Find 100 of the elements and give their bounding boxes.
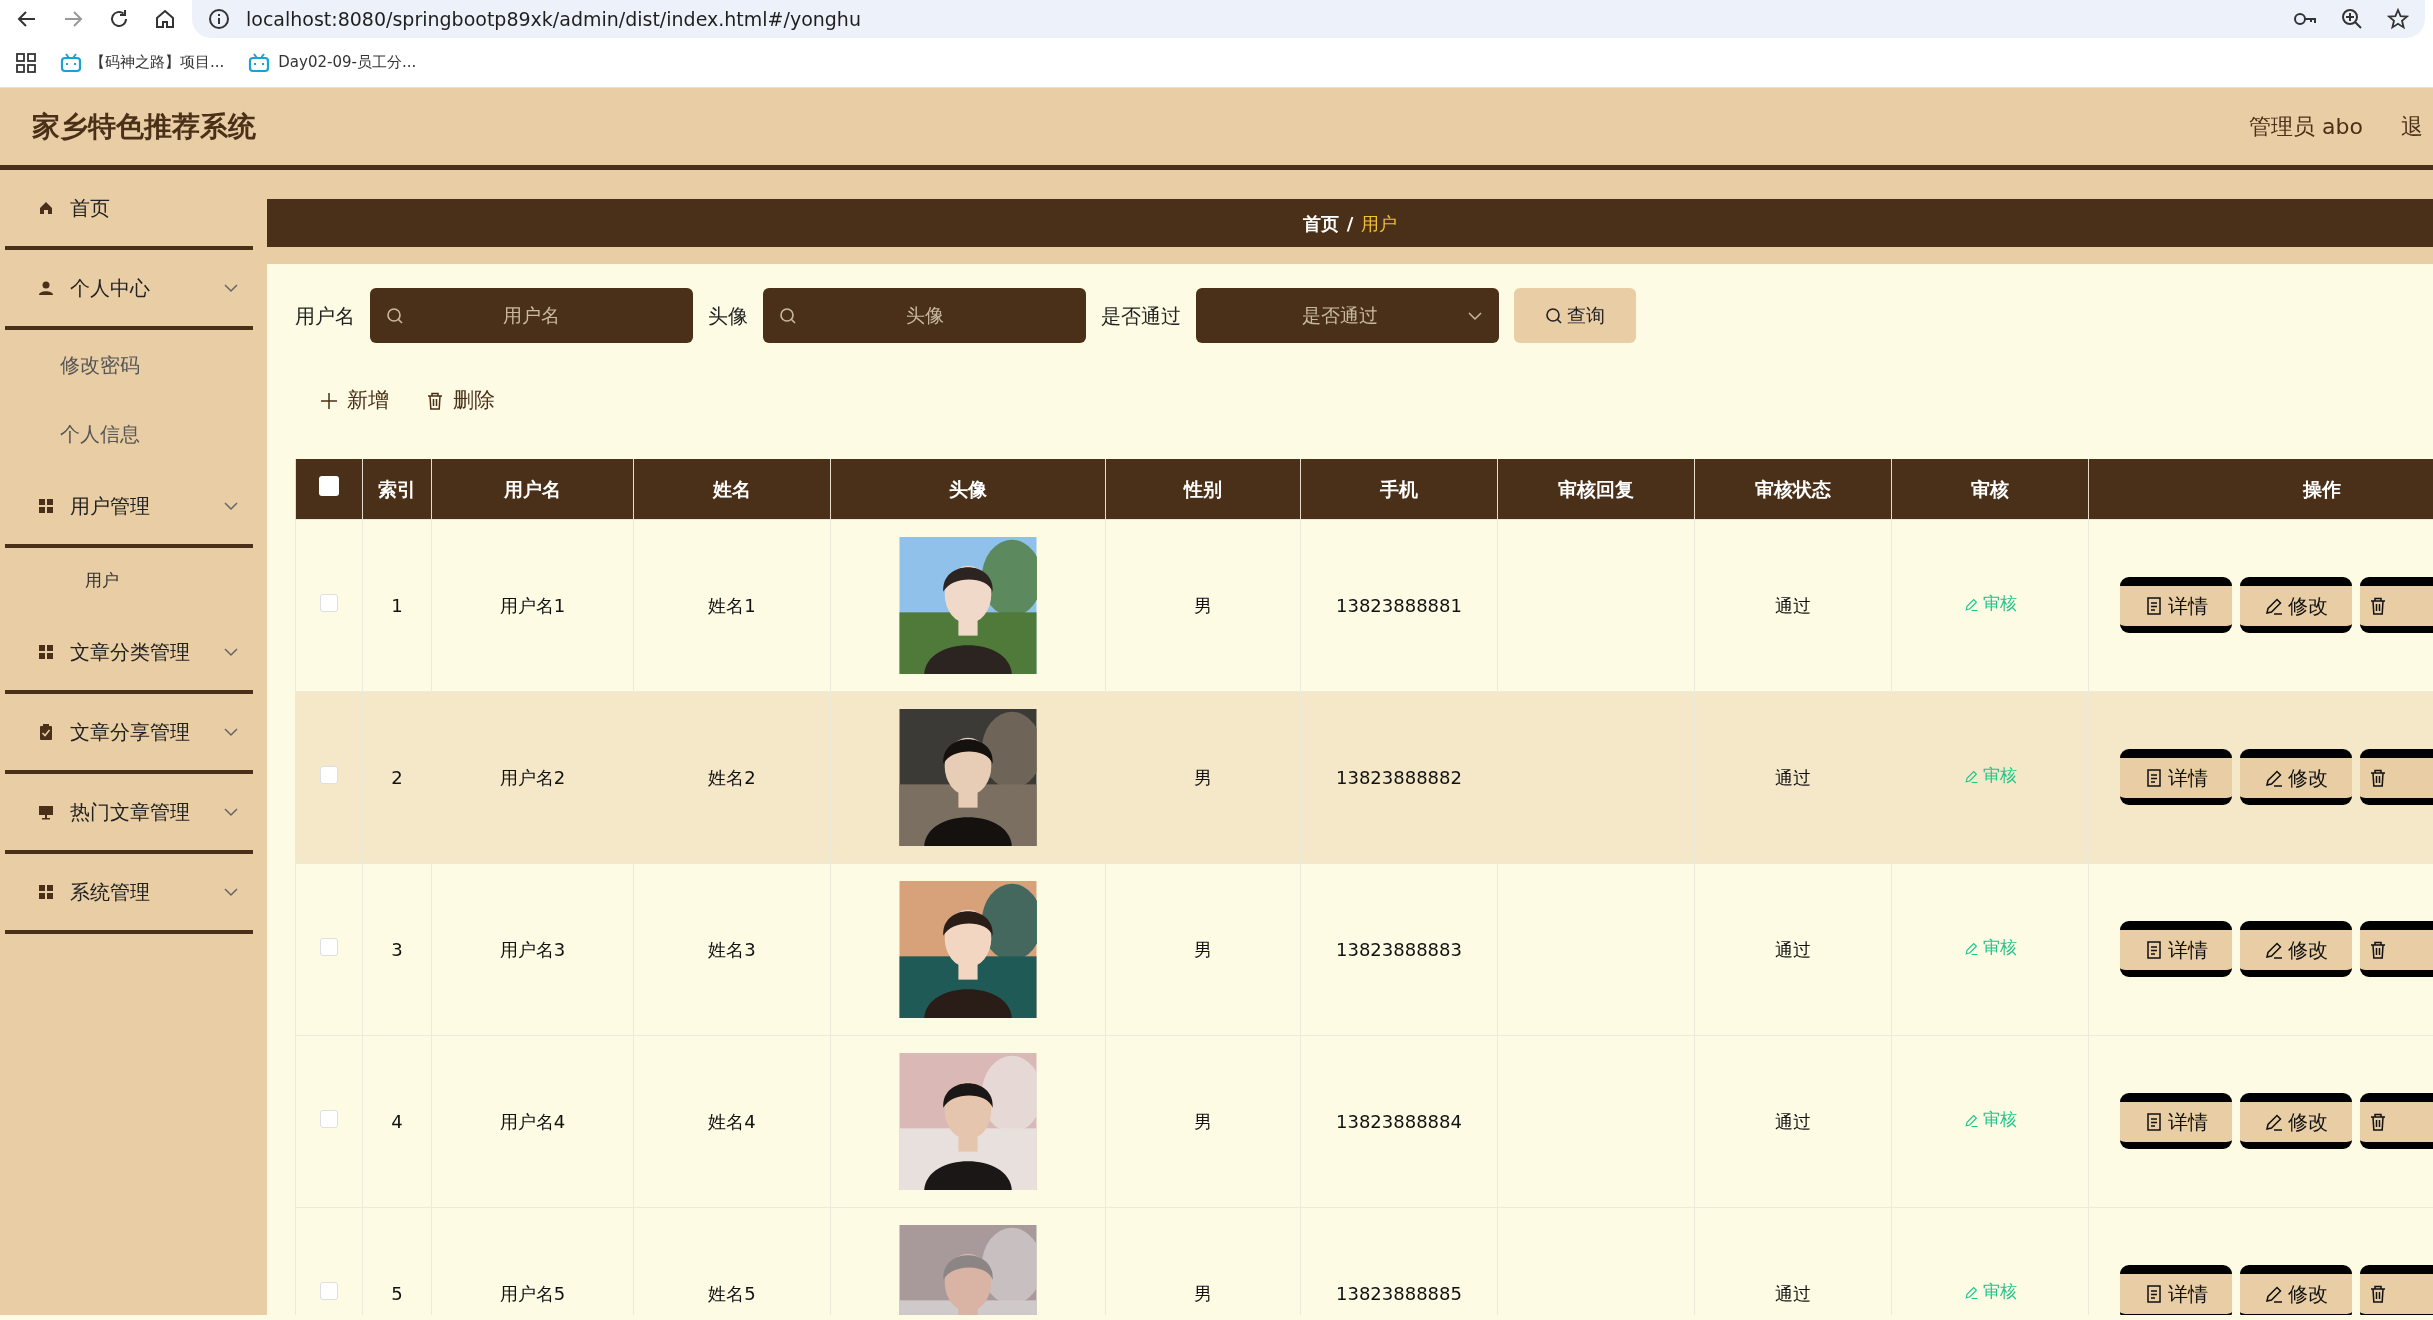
- trash-icon: [425, 391, 445, 411]
- pencil-icon: [2264, 768, 2284, 788]
- chevron-down-icon: [223, 501, 239, 511]
- edit-button[interactable]: 修改: [2240, 577, 2352, 633]
- grid-icon: [38, 644, 54, 660]
- app-title: 家乡特色推荐系统: [31, 108, 256, 145]
- phone-text: 13823888882: [1336, 766, 1462, 788]
- select-field[interactable]: 是否通过: [1196, 288, 1499, 343]
- apps-grid-icon[interactable]: [16, 52, 36, 73]
- name-text: 姓名2: [708, 766, 756, 788]
- pencil-icon: [1963, 596, 1979, 612]
- submenu-item[interactable]: 用户: [0, 548, 267, 614]
- username-text: 用户名1: [499, 594, 566, 616]
- column-header: 头像: [949, 477, 987, 500]
- plus-icon: [319, 391, 339, 411]
- logout-link[interactable]: 退: [2401, 110, 2423, 143]
- grid-icon: [38, 498, 54, 514]
- sidebar-item[interactable]: 个人中心: [0, 250, 267, 326]
- sidebar-item[interactable]: 首页: [0, 170, 267, 246]
- chevron-down-icon: [223, 807, 239, 817]
- sidebar-item[interactable]: 用户管理: [0, 468, 267, 544]
- index-text: 4: [391, 1110, 403, 1132]
- sidebar-item[interactable]: 热门文章管理: [0, 774, 267, 850]
- status-text: 通过: [1775, 1282, 1811, 1304]
- edit-button[interactable]: 修改: [2240, 921, 2352, 977]
- row-checkbox[interactable]: [320, 1109, 338, 1128]
- pencil-icon: [1963, 1284, 1979, 1300]
- details-button[interactable]: 详情: [2120, 749, 2232, 805]
- details-button[interactable]: 详情: [2120, 577, 2232, 633]
- star-icon[interactable]: [2387, 8, 2409, 30]
- column-header: 审核状态: [1755, 477, 1831, 500]
- delete-button[interactable]: 删除: [419, 384, 501, 418]
- breadcrumb-link[interactable]: 首页: [1302, 209, 1339, 237]
- home-icon[interactable]: [154, 8, 176, 30]
- phone-text: 13823888885: [1336, 1282, 1462, 1304]
- row-checkbox[interactable]: [320, 593, 338, 612]
- pencil-icon: [2264, 1112, 2284, 1132]
- trash-icon: [2368, 1284, 2388, 1304]
- gender-text: 男: [1194, 766, 1212, 788]
- row-checkbox[interactable]: [320, 937, 338, 956]
- gender-text: 男: [1194, 1110, 1212, 1132]
- document-icon: [2144, 768, 2164, 788]
- details-button[interactable]: 详情: [2120, 921, 2232, 977]
- clipboard-icon: [38, 724, 54, 740]
- details-button[interactable]: 详情: [2120, 1093, 2232, 1149]
- submenu-item[interactable]: 个人信息: [0, 399, 267, 468]
- trash-icon: [2368, 940, 2388, 960]
- status-text: 通过: [1775, 594, 1811, 616]
- name-text: 姓名1: [708, 594, 756, 616]
- search-field[interactable]: 头像: [763, 288, 1086, 343]
- edit-button[interactable]: 修改: [2240, 749, 2352, 805]
- status-text: 通过: [1775, 766, 1811, 788]
- breadcrumb-link[interactable]: 用户: [1361, 209, 1398, 237]
- pencil-icon: [1963, 940, 1979, 956]
- gender-text: 男: [1194, 938, 1212, 960]
- search-icon: [779, 306, 797, 325]
- row-checkbox[interactable]: [320, 1281, 338, 1300]
- pencil-icon: [1963, 768, 1979, 784]
- row-checkbox[interactable]: [320, 765, 338, 784]
- sidebar-item[interactable]: 系统管理: [0, 854, 267, 930]
- search-icon: [1545, 306, 1563, 325]
- chevron-down-icon: [223, 727, 239, 737]
- edit-button[interactable]: 修改: [2240, 1265, 2352, 1315]
- status-text: 通过: [1775, 1110, 1811, 1132]
- field-label: 用户名: [295, 302, 355, 330]
- details-button[interactable]: 详情: [2120, 1265, 2232, 1315]
- monitor-icon: [38, 804, 54, 820]
- document-icon: [2144, 940, 2164, 960]
- zoom-in-icon[interactable]: [2341, 8, 2363, 30]
- edit-button[interactable]: 修改: [2240, 1093, 2352, 1149]
- username-text: 用户名4: [499, 1110, 566, 1132]
- column-header: 用户名: [504, 477, 561, 500]
- home-icon: [38, 200, 54, 216]
- select-all-checkbox[interactable]: [319, 475, 339, 496]
- tv-icon: [60, 52, 82, 73]
- document-icon: [2144, 1112, 2164, 1132]
- index-text: 2: [391, 766, 403, 788]
- trash-icon: [2368, 596, 2388, 616]
- bookmark-link[interactable]: Day02-09-员工分...: [248, 51, 417, 74]
- add-button[interactable]: 新增: [313, 384, 395, 418]
- search-button[interactable]: 查询: [1514, 288, 1636, 343]
- username-text: 用户名5: [499, 1282, 566, 1304]
- document-icon: [2144, 596, 2164, 616]
- search-field[interactable]: 用户名: [370, 288, 693, 343]
- chevron-down-icon: [223, 647, 239, 657]
- index-text: 5: [391, 1282, 403, 1304]
- name-text: 姓名4: [708, 1110, 756, 1132]
- username-text: 用户名2: [499, 766, 566, 788]
- sidebar-item[interactable]: 文章分类管理: [0, 614, 267, 690]
- column-header: 操作: [2303, 477, 2342, 500]
- info-icon[interactable]: [208, 8, 230, 30]
- status-text: 通过: [1775, 938, 1811, 960]
- reload-icon[interactable]: [108, 8, 130, 30]
- submenu-item[interactable]: 修改密码: [0, 330, 267, 399]
- chevron-down-icon: [1467, 310, 1483, 321]
- sidebar-item[interactable]: 文章分享管理: [0, 694, 267, 770]
- phone-text: 13823888884: [1336, 1110, 1462, 1132]
- chevron-down-icon: [223, 887, 239, 897]
- bookmark-link[interactable]: 【码神之路】项目...: [60, 51, 225, 74]
- user-icon: [38, 280, 54, 296]
